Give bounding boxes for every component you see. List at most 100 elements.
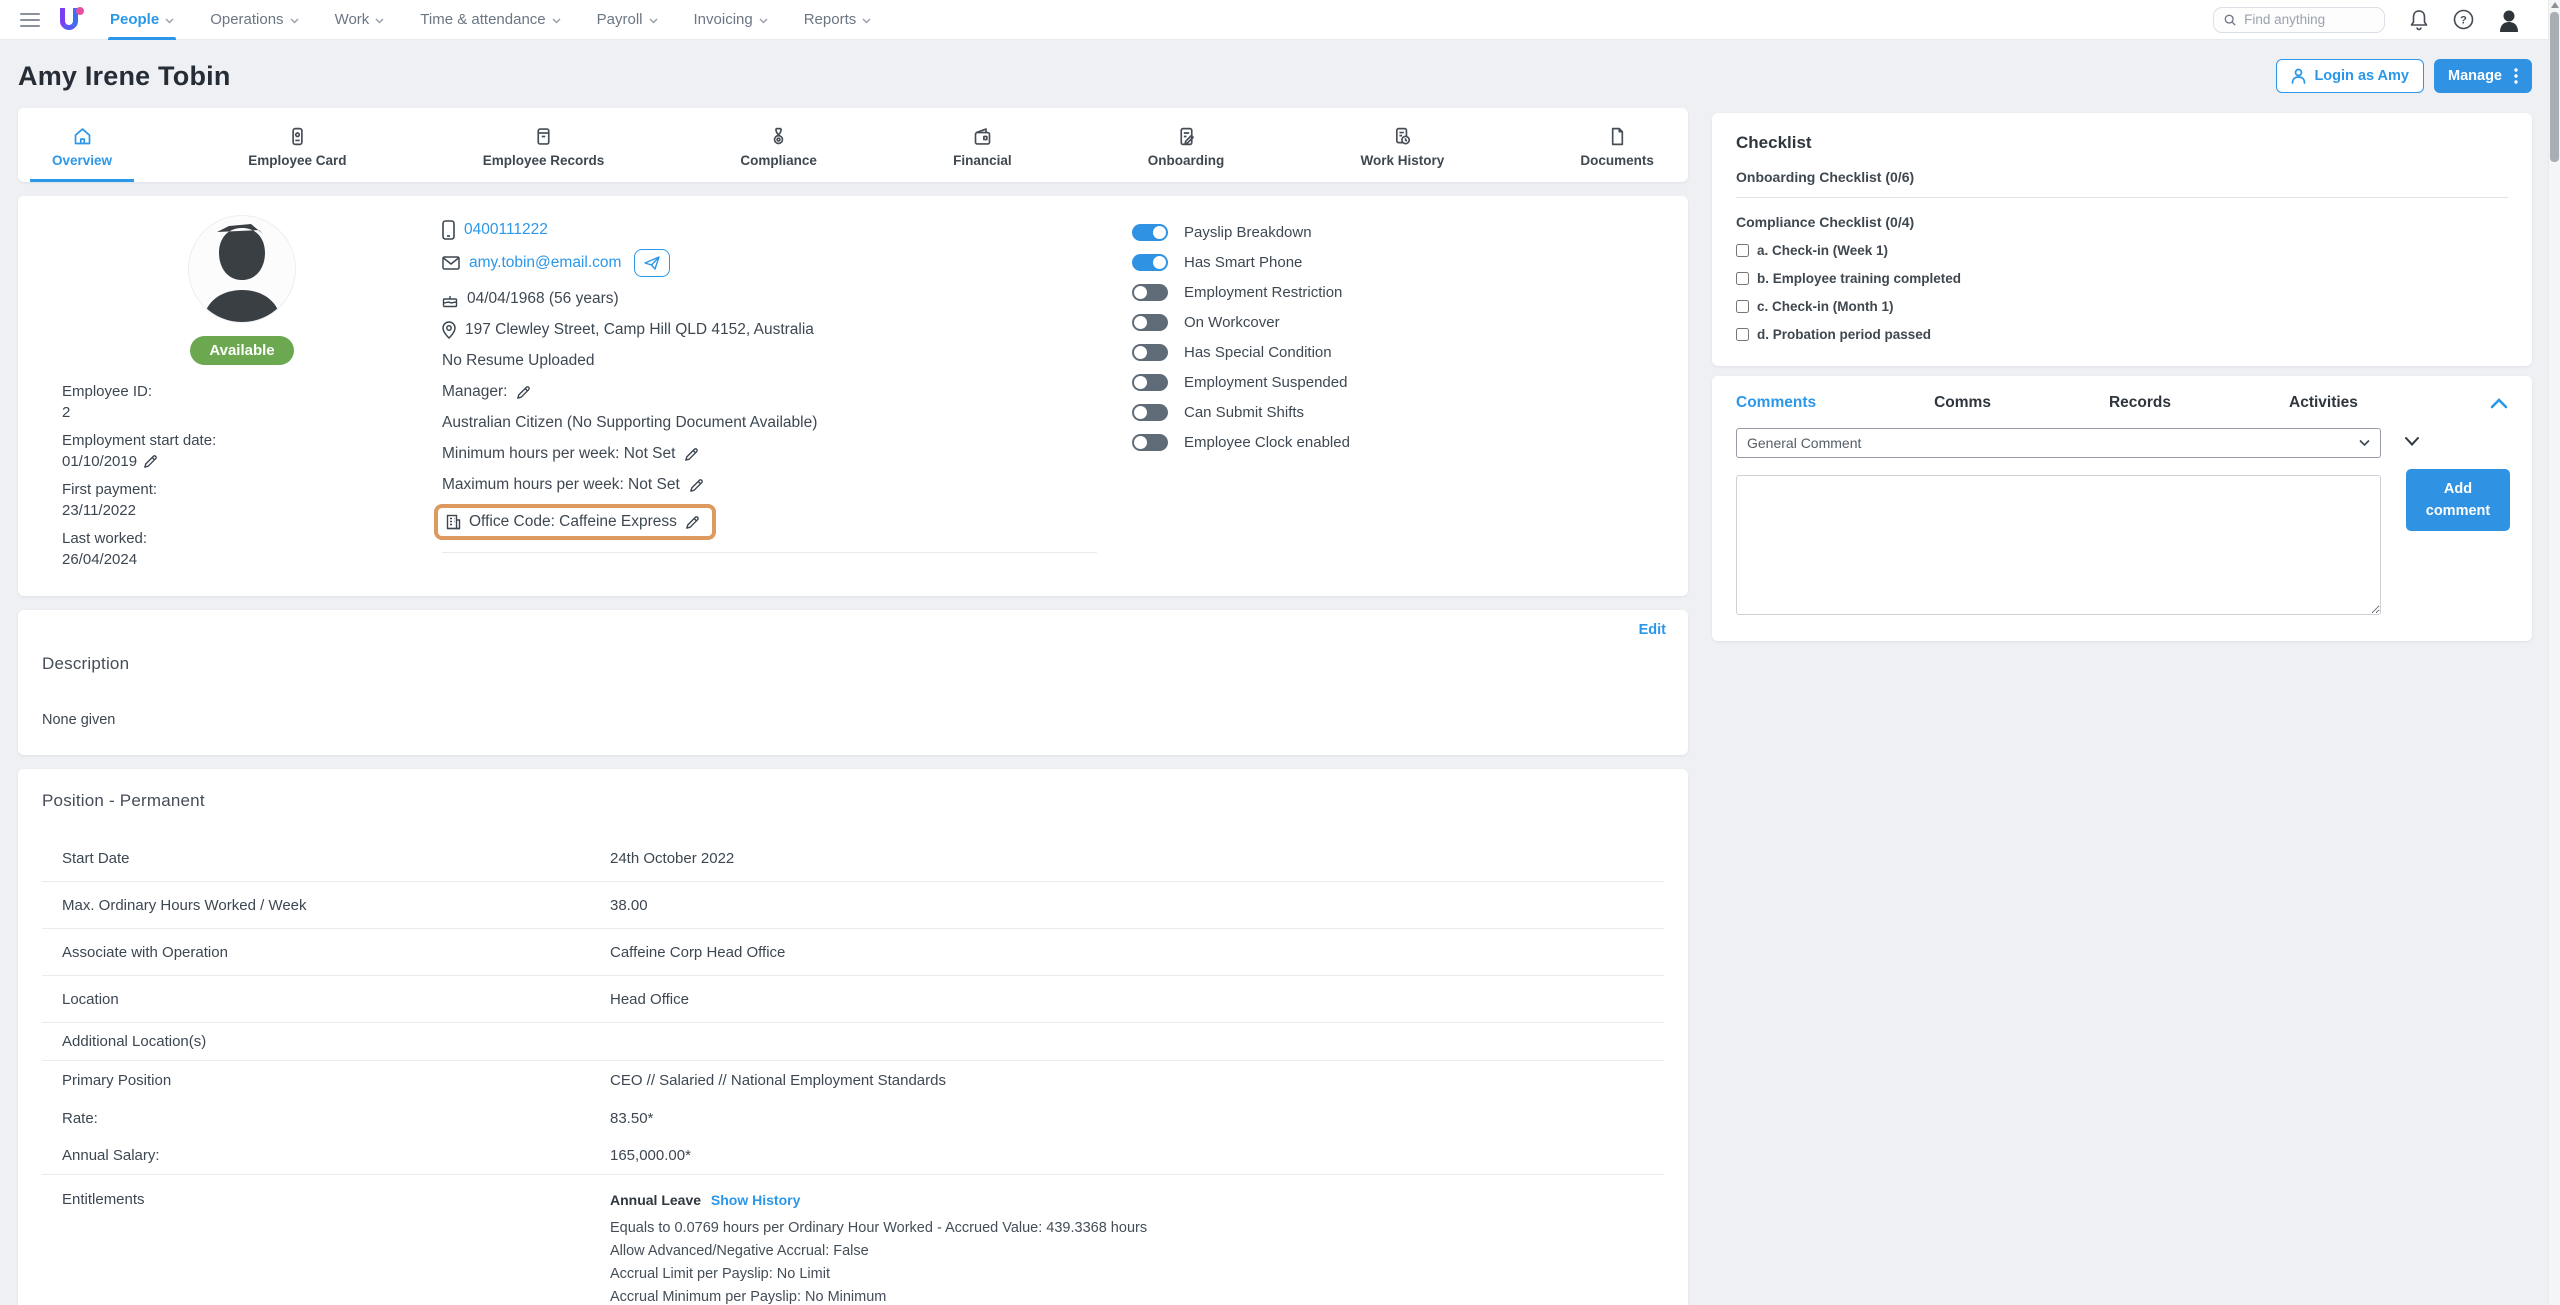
row-label: Max. Ordinary Hours Worked / Week [62,897,610,914]
employment-restriction-toggle[interactable] [1132,284,1168,301]
help-button[interactable]: ? [2453,9,2474,30]
edit-pencil-icon[interactable] [685,515,700,530]
login-as-button[interactable]: Login as Amy [2276,59,2424,93]
profile-field-last-worked: Last worked: 26/04/2024 [62,528,442,570]
tab-financial[interactable]: Financial [931,108,1034,182]
paper-plane-icon [644,256,660,270]
checkbox[interactable] [1736,328,1749,341]
on-workcover-toggle[interactable] [1132,314,1168,331]
manage-button[interactable]: Manage [2434,59,2532,93]
field-value: 01/10/2019 [62,451,137,472]
tab-compliance[interactable]: Compliance [718,108,839,182]
edit-pencil-icon[interactable] [516,385,531,400]
tab-label: Overview [52,153,112,168]
email-link[interactable]: amy.tobin@email.com [469,254,621,272]
add-comment-button[interactable]: Add comment [2406,469,2510,531]
edit-description-link[interactable]: Edit [1639,622,1666,638]
table-row-start-date: Start Date 24th October 2022 [42,835,1664,882]
tab-label: Work History [1360,153,1444,168]
user-avatar-button[interactable] [2498,8,2520,32]
search-icon [2224,13,2236,27]
nav-item-reports[interactable]: Reports [804,0,872,40]
tab-label: Compliance [740,153,817,168]
scrollbar-thumb[interactable] [2550,12,2559,162]
tab-work-history[interactable]: Work History [1338,108,1466,182]
tab-comments[interactable]: Comments [1736,394,1816,412]
checklist-divider [1736,197,2508,198]
nav-item-people[interactable]: People [110,0,174,40]
toggle-row-employment-suspended: Employment Suspended [1132,374,1664,391]
collapse-panel-button[interactable] [2490,397,2508,409]
tab-overview[interactable]: Overview [30,108,134,182]
employee-clock-toggle[interactable] [1132,434,1168,451]
checklist-item-label: d. Probation period passed [1757,327,1931,342]
tab-onboarding[interactable]: Onboarding [1126,108,1247,182]
toggle-label: Has Special Condition [1184,344,1332,361]
onboarding-checklist-header[interactable]: Onboarding Checklist (0/6) [1736,169,2508,185]
tab-comms[interactable]: Comms [1934,394,1991,412]
manage-label: Manage [2448,68,2502,84]
user-avatar-icon [2498,8,2520,32]
can-submit-shifts-toggle[interactable] [1132,404,1168,421]
nav-item-work[interactable]: Work [335,0,385,40]
comment-textarea[interactable] [1736,475,2381,615]
help-icon: ? [2453,9,2474,30]
nav-item-payroll[interactable]: Payroll [597,0,658,40]
nav-item-time-attendance[interactable]: Time & attendance [420,0,560,40]
phone-row: 0400111222 [442,218,1132,242]
edit-pencil-icon[interactable] [689,478,704,493]
row-label: Start Date [62,850,610,867]
checklist-item-label: b. Employee training completed [1757,271,1961,286]
notifications-button[interactable] [2409,9,2429,31]
row-label: Rate: [62,1110,610,1127]
resume-row: No Resume Uploaded [442,349,1132,373]
toggle-row-employment-restriction: Employment Restriction [1132,284,1664,301]
toggle-row-employee-clock: Employee Clock enabled [1132,434,1664,451]
checkbox[interactable] [1736,244,1749,257]
tab-records[interactable]: Records [2109,394,2171,412]
nav-item-operations[interactable]: Operations [210,0,298,40]
chevron-down-icon [165,18,174,24]
toggle-label: Employee Clock enabled [1184,434,1350,451]
edit-pencil-icon[interactable] [684,447,699,462]
tab-documents[interactable]: Documents [1558,108,1676,182]
manager-row: Manager: [442,380,1132,404]
profile-field-employee-id: Employee ID: 2 [62,381,442,423]
row-value: 24th October 2022 [610,850,734,867]
nav-item-invoicing[interactable]: Invoicing [694,0,768,40]
logo-dot [76,7,84,15]
tab-employee-records[interactable]: Employee Records [461,108,627,182]
checkbox[interactable] [1736,300,1749,313]
office-code-highlight: Office Code: Caffeine Express [434,504,716,540]
search-input[interactable] [2244,12,2374,27]
top-navigation-bar: People Operations Work Time & attendance… [0,0,2560,40]
row-label: Entitlements [62,1191,610,1208]
app-logo[interactable] [58,7,84,33]
tab-activities[interactable]: Activities [2289,394,2358,412]
toggles-column: Payslip Breakdown Has Smart Phone Employ… [1132,214,1664,578]
send-email-button[interactable] [634,249,670,277]
has-smart-phone-toggle[interactable] [1132,254,1168,271]
employment-suspended-toggle[interactable] [1132,374,1168,391]
phone-link[interactable]: 0400111222 [464,221,548,239]
phone-icon [442,220,455,240]
field-label: Employee ID: [62,381,442,402]
comment-type-select[interactable]: General Comment [1736,428,2381,458]
compliance-checklist-header[interactable]: Compliance Checklist (0/4) [1736,214,2508,230]
has-special-condition-toggle[interactable] [1132,344,1168,361]
details-divider [442,552,1097,553]
scrollbar-up-arrow[interactable] [2551,2,2559,8]
checkbox[interactable] [1736,272,1749,285]
toggle-label: On Workcover [1184,314,1280,331]
expand-options-button[interactable] [2404,436,2420,447]
table-row-annual-salary: Annual Salary: 165,000.00* [42,1137,1664,1175]
tab-employee-card[interactable]: Employee Card [226,108,368,182]
manager-label: Manager: [442,383,507,401]
payslip-breakdown-toggle[interactable] [1132,224,1168,241]
employee-avatar[interactable] [189,216,295,322]
toggle-label: Has Smart Phone [1184,254,1302,271]
show-history-link[interactable]: Show History [711,1192,800,1208]
hamburger-menu-icon[interactable] [20,13,40,27]
edit-pencil-icon[interactable] [143,454,158,469]
field-value: 23/11/2022 [62,500,136,521]
